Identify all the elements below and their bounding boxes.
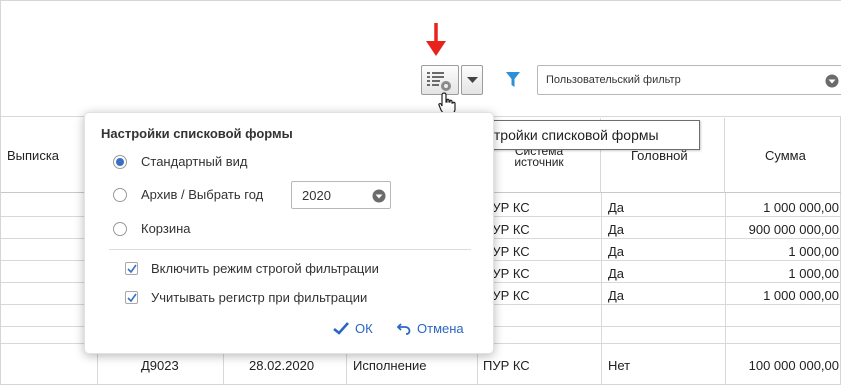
chevron-down-icon xyxy=(825,74,839,88)
header-summa: Сумма xyxy=(765,148,806,163)
header-cell-vypiska[interactable]: Выписка xyxy=(1,118,97,193)
list-settings-icon xyxy=(427,72,451,91)
cell-doc-number: Д9023 xyxy=(141,358,179,373)
list-form-settings-popup: Настройки списковой формы Стандартный ви… xyxy=(84,112,494,354)
check-icon xyxy=(127,264,137,274)
column-divider xyxy=(725,193,726,385)
cell-summa: 1 000,00 xyxy=(788,244,839,259)
list-settings-button[interactable] xyxy=(421,65,459,95)
radio-standard-view[interactable] xyxy=(113,155,127,169)
cell-golovnoy: Да xyxy=(608,200,625,215)
cell-golovnoy: Да xyxy=(608,266,625,281)
checkbox-case-sensitive[interactable] xyxy=(125,291,138,304)
user-filter-value: Пользовательский фильтр xyxy=(546,74,681,86)
settings-tooltip: Настройки списковой формы xyxy=(458,120,700,150)
check-icon xyxy=(127,293,137,303)
cell-status: Исполнение xyxy=(353,358,427,373)
popup-divider xyxy=(109,249,471,250)
cell-summa: 100 000 000,00 xyxy=(748,358,839,373)
column-divider xyxy=(601,193,602,385)
popup-title: Настройки списковой формы xyxy=(101,126,293,141)
cell-golovnoy: Нет xyxy=(608,358,631,373)
chevron-down-icon xyxy=(372,189,386,203)
undo-icon xyxy=(397,323,411,335)
cell-golovnoy: Да xyxy=(608,288,625,303)
cell-summa: 1 000 000,00 xyxy=(763,200,839,215)
cell-summa: 1 000 000,00 xyxy=(763,288,839,303)
funnel-icon[interactable] xyxy=(505,71,521,89)
checkbox-strict-filtering[interactable] xyxy=(125,262,138,275)
radio-archive[interactable] xyxy=(113,188,127,202)
user-filter-select[interactable]: Пользовательский фильтр xyxy=(537,65,841,95)
cell-golovnoy: Да xyxy=(608,244,625,259)
header-vypiska: Выписка xyxy=(7,148,60,163)
toolbar: Пользовательский фильтр xyxy=(1,1,841,117)
radio-trash-label[interactable]: Корзина xyxy=(141,221,191,236)
checkmark-icon xyxy=(333,322,349,335)
cancel-button-label: Отмена xyxy=(417,321,464,336)
checkbox-strict-filtering-label[interactable]: Включить режим строгой фильтрации xyxy=(151,261,379,276)
checkbox-case-sensitive-label[interactable]: Учитывать регистр при фильтрации xyxy=(151,290,367,305)
header-golovnoy: Головной xyxy=(631,148,688,163)
ok-button-label: ОК xyxy=(355,321,373,336)
red-arrow-icon xyxy=(426,23,446,56)
cell-golovnoy: Да xyxy=(608,222,625,237)
settings-dropdown-button[interactable] xyxy=(461,65,483,95)
app-frame: Пользовательский фильтр Выписка Система … xyxy=(0,0,841,385)
cell-summa: 1 000,00 xyxy=(788,266,839,281)
cell-date: 28.02.2020 xyxy=(249,358,315,373)
cell-sistema: ПУР КС xyxy=(483,358,530,373)
radio-standard-view-label[interactable]: Стандартный вид xyxy=(141,154,247,169)
radio-trash[interactable] xyxy=(113,222,127,236)
header-cell-summa[interactable]: Сумма xyxy=(725,118,841,193)
caret-down-icon xyxy=(467,77,478,83)
year-select[interactable]: 2020 xyxy=(291,181,391,209)
radio-archive-label[interactable]: Архив / Выбрать год xyxy=(141,187,263,202)
cell-summa: 900 000 000,00 xyxy=(748,222,839,237)
year-select-value: 2020 xyxy=(302,188,331,203)
